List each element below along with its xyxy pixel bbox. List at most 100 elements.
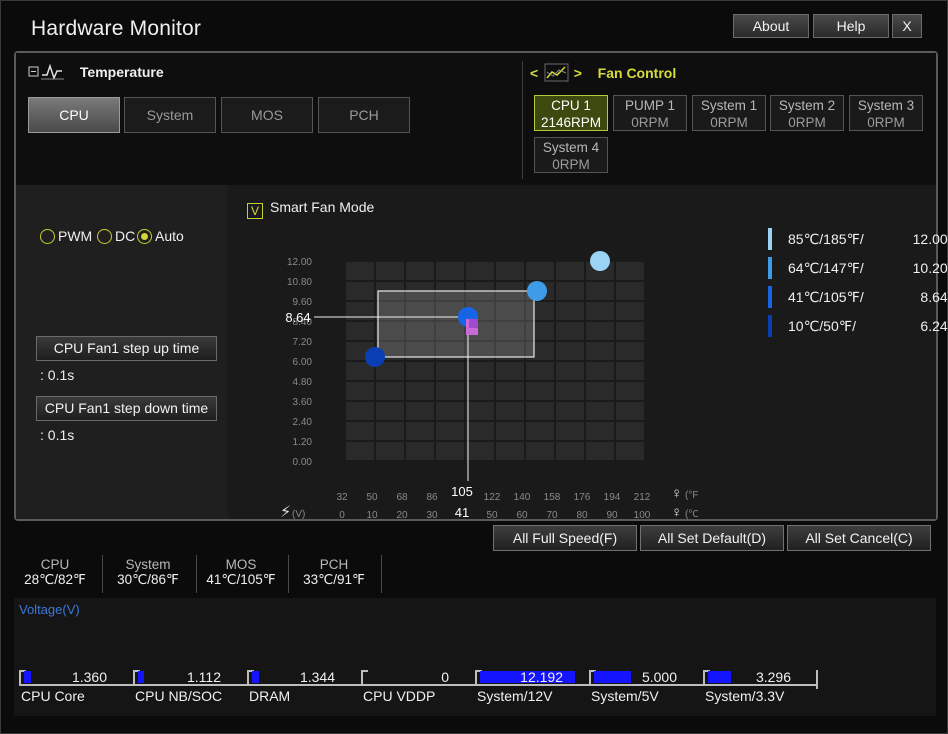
x-tick-label-c: 80: [576, 510, 588, 519]
voltage-item: 5.000 System/5V: [589, 669, 703, 710]
voltage-item: 1.360 CPU Core: [19, 669, 133, 710]
fan-tab-system1[interactable]: System 1 0RPM: [692, 95, 766, 131]
grid-cell: [496, 362, 524, 380]
grid-cell: [376, 262, 404, 280]
all-set-default-button[interactable]: All Set Default(D): [640, 525, 784, 551]
fan-tab-system2[interactable]: System 2 0RPM: [770, 95, 844, 131]
grid-cell: [586, 302, 614, 320]
tab-pch[interactable]: PCH: [318, 97, 410, 133]
grid-cell: [616, 362, 644, 380]
fan-nav-prev[interactable]: <: [530, 65, 540, 81]
tab-cpu[interactable]: CPU: [28, 97, 120, 133]
help-button[interactable]: Help: [813, 14, 889, 38]
x-tick-label-c: 100: [634, 510, 651, 519]
grid-cell: [376, 382, 404, 400]
grid-cell: [526, 442, 554, 460]
curve-control-point: [365, 347, 385, 367]
grid-cell: [586, 322, 614, 340]
mode-auto-label: Auto: [155, 228, 184, 244]
x-tick-label-c: 41: [455, 505, 469, 519]
mode-auto-radio[interactable]: Auto: [137, 228, 184, 244]
hardware-monitor-window: Hardware Monitor About Help X Temperatur…: [0, 0, 948, 734]
grid-cell: [586, 442, 614, 460]
step-up-time-button[interactable]: CPU Fan1 step up time: [36, 336, 217, 361]
about-button[interactable]: About: [733, 14, 809, 38]
smart-fan-mode-checkbox[interactable]: V Smart Fan Mode: [247, 199, 374, 219]
x-tick-label-c: 50: [486, 510, 498, 519]
all-full-speed-button[interactable]: All Full Speed(F): [493, 525, 637, 551]
grid-cell: [616, 342, 644, 360]
temp-separator: [102, 555, 103, 593]
mode-dc-radio[interactable]: DC: [97, 228, 135, 244]
section-divider: [522, 61, 523, 179]
grid-cell: [376, 442, 404, 460]
grid-cell: [466, 262, 494, 280]
y-tick-label: 6.00: [293, 357, 313, 368]
voltage-value: 1.344: [299, 669, 335, 685]
grid-cell: [496, 382, 524, 400]
fan-tab-cpu1[interactable]: CPU 1 2146RPM: [534, 95, 608, 131]
x-tick-label-f: 158: [544, 492, 561, 503]
grid-cell: [526, 382, 554, 400]
grid-cell: [346, 422, 374, 440]
grid-cell: [466, 362, 494, 380]
voltage-label: System/3.3V: [705, 688, 785, 704]
legend-temp: 10℃/50℉/: [788, 318, 856, 334]
grid-cell: [556, 442, 584, 460]
voltage-item: 1.344 DRAM: [247, 669, 361, 710]
grid-cell: [466, 382, 494, 400]
legend-swatch: [768, 286, 772, 308]
voltage-title: Voltage(V): [19, 602, 80, 617]
grid-cell: [616, 422, 644, 440]
tab-mos[interactable]: MOS: [221, 97, 313, 133]
temp-readout-value: 41℃/105℉: [206, 572, 276, 587]
legend-voltage: 8.64V: [920, 289, 948, 305]
x-tick-label-f: 176: [574, 492, 591, 503]
tab-system[interactable]: System: [124, 97, 216, 133]
fan-name: System 2: [778, 98, 836, 113]
y-tick-label: 7.20: [293, 337, 313, 348]
radio-circle-selected: [137, 229, 152, 244]
temp-readout-name: PCH: [319, 557, 349, 572]
y-tick-label: 9.60: [293, 297, 313, 308]
fan-tab-system4[interactable]: System 4 0RPM: [534, 137, 608, 173]
mode-column: PWM DC Auto CPU Fan1 step up time : 0.1s…: [16, 185, 226, 519]
fan-name: System 1: [700, 98, 758, 113]
all-set-cancel-button[interactable]: All Set Cancel(C): [787, 525, 931, 551]
y-tick-label: 0.00: [293, 457, 313, 468]
temp-separator: [288, 555, 289, 593]
grid-cell: [556, 402, 584, 420]
legend-voltage: 12.00V: [912, 231, 948, 247]
fan-tab-system3[interactable]: System 3 0RPM: [849, 95, 923, 131]
fan-curve-chart[interactable]: 12.0010.809.608.407.206.004.803.602.401.…: [228, 219, 698, 519]
grid-cell: [346, 442, 374, 460]
grid-cell: [556, 302, 584, 320]
temp-readout-name: System: [125, 557, 171, 572]
step-down-time-value: : 0.1s: [40, 427, 75, 443]
grid-cell: [466, 402, 494, 420]
voltage-item: 1.112 CPU NB/SOC: [133, 669, 247, 710]
grid-cell: [526, 402, 554, 420]
grid-cell: [526, 422, 554, 440]
fan-name: CPU 1: [551, 98, 591, 113]
step-down-time-button[interactable]: CPU Fan1 step down time: [36, 396, 217, 421]
close-button[interactable]: X: [892, 14, 922, 38]
y-tick-label: 2.40: [293, 417, 313, 428]
fan-nav-next[interactable]: >: [574, 65, 584, 81]
step-up-time-value: : 0.1s: [40, 367, 75, 383]
temp-separator: [381, 555, 382, 593]
fan-rpm: 0RPM: [631, 115, 669, 130]
grid-cell: [346, 322, 374, 340]
fan-tab-pump1[interactable]: PUMP 1 0RPM: [613, 95, 687, 131]
temp-readout-value: 28℃/82℉: [24, 572, 86, 587]
mode-pwm-radio[interactable]: PWM: [40, 228, 92, 244]
grid-cell: [556, 282, 584, 300]
y-tick-label: 12.00: [287, 257, 312, 268]
smart-fan-mode-label: Smart Fan Mode: [270, 199, 375, 215]
x-tick-label-f: 32: [336, 492, 348, 503]
fan-rpm: 0RPM: [552, 157, 590, 172]
temp-readout-name: MOS: [225, 557, 257, 572]
x-tick-label-f: 122: [484, 492, 501, 503]
y-tick-label: 3.60: [293, 397, 313, 408]
thermometer-icon: ♀: [671, 504, 682, 519]
